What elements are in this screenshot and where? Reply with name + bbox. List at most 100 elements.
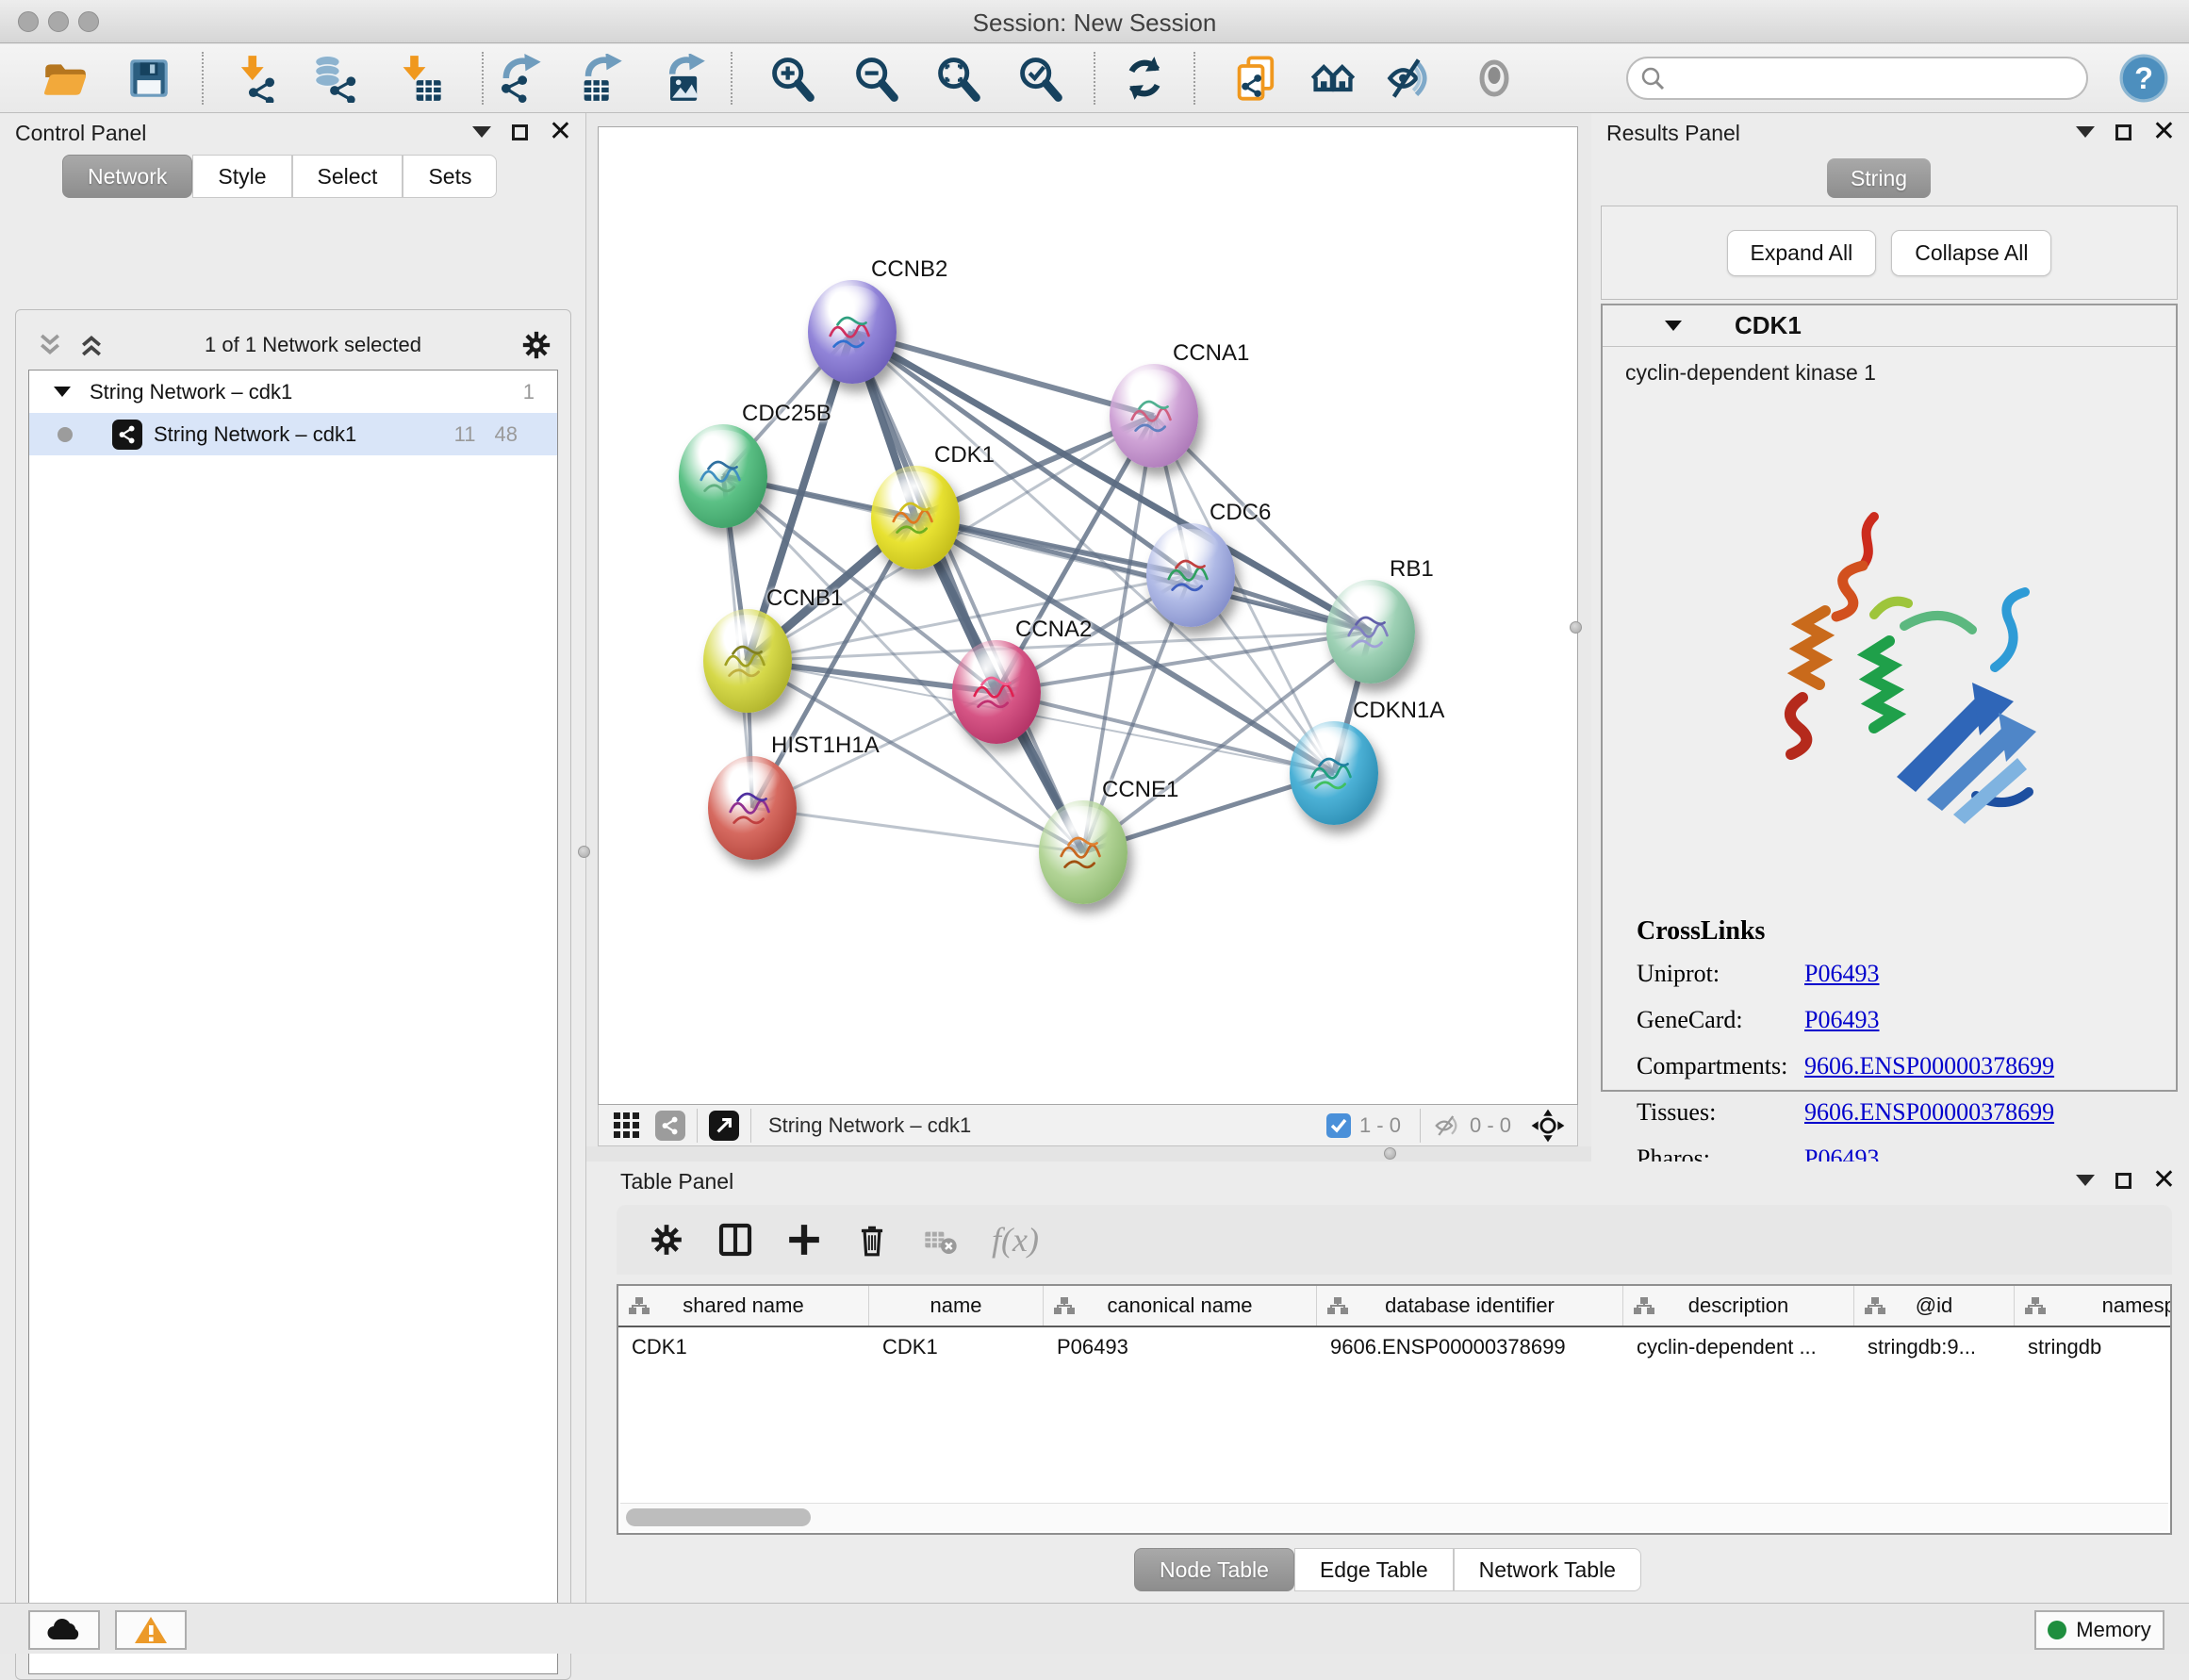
tab-string[interactable]: String [1827, 158, 1931, 198]
help-button[interactable]: ? [2116, 51, 2171, 106]
first-neighbors-button[interactable] [1306, 51, 1360, 106]
table-horizontal-scrollbar[interactable] [620, 1503, 2168, 1531]
collapse-all-button[interactable]: Collapse All [1891, 230, 2051, 276]
network-node-ccna1[interactable] [1110, 364, 1198, 468]
network-node-rb1[interactable] [1326, 580, 1415, 684]
tab-select[interactable]: Select [292, 155, 403, 198]
network-row-selected[interactable]: String Network – cdk1 11 48 [29, 413, 557, 455]
network-node-cdk1[interactable] [871, 466, 960, 569]
tab-sets[interactable]: Sets [403, 155, 497, 198]
import-network-from-database-button[interactable] [307, 51, 362, 106]
network-edge[interactable] [752, 808, 1083, 852]
export-image-button[interactable] [655, 51, 710, 106]
node-label-cdk1: CDK1 [934, 442, 995, 469]
network-node-cdc6[interactable] [1146, 523, 1235, 627]
expand-all-icon[interactable] [77, 332, 106, 358]
zoom-fit-button[interactable] [930, 51, 985, 106]
zoom-selected-button[interactable] [1012, 51, 1067, 106]
export-table-button[interactable] [573, 51, 628, 106]
table-cell[interactable]: CDK1 [618, 1327, 869, 1369]
gene-section-header[interactable]: CDK1 [1603, 305, 2176, 347]
close-panel-icon[interactable]: ✕ [2152, 1171, 2176, 1190]
import-network-from-file-button[interactable] [228, 51, 283, 106]
import-table-from-file-button[interactable] [393, 51, 448, 106]
grid-view-icon[interactable] [612, 1111, 642, 1141]
maximize-panel-icon[interactable] [2115, 124, 2131, 140]
network-collection-row[interactable]: String Network – cdk1 1 [29, 371, 557, 413]
crosslink-link[interactable]: 9606.ENSP00000378699 [1804, 1098, 2054, 1127]
table-cell[interactable]: CDK1 [869, 1327, 1044, 1369]
table-cell[interactable]: stringdb:9... [1854, 1327, 2015, 1369]
close-panel-icon[interactable]: ✕ [2152, 123, 2176, 141]
vertical-splitter-grip[interactable] [578, 846, 590, 858]
column-header-canonical-name[interactable]: canonical name [1044, 1286, 1317, 1326]
crosslink-link[interactable]: 9606.ENSP00000378699 [1804, 1052, 2054, 1080]
network-node-ccne1[interactable] [1039, 800, 1127, 904]
protein-thumbnail [1305, 746, 1363, 804]
export-network-button[interactable] [493, 51, 548, 106]
network-node-hist1h1a[interactable] [708, 756, 797, 860]
zoom-out-button[interactable] [848, 51, 903, 106]
close-panel-icon[interactable]: ✕ [549, 123, 572, 141]
vertical-splitter-grip[interactable] [1570, 621, 1582, 634]
node-table[interactable]: shared namename canonical name database … [617, 1284, 2172, 1535]
cloud-status-button[interactable] [28, 1610, 100, 1650]
network-node-cdc25b[interactable] [679, 424, 767, 528]
tab-style[interactable]: Style [192, 155, 291, 198]
column-header-description[interactable]: description [1623, 1286, 1854, 1326]
save-session-button[interactable] [122, 51, 176, 106]
birds-eye-toggle-icon[interactable] [1530, 1108, 1566, 1144]
column-header-namespace[interactable]: namespace [2015, 1286, 2172, 1326]
open-file-button[interactable] [37, 51, 91, 106]
table-cell[interactable]: 9606.ENSP00000378699 [1317, 1327, 1623, 1369]
table-row[interactable]: CDK1CDK1P064939606.ENSP00000378699cyclin… [618, 1327, 2170, 1369]
hide-selected-button[interactable] [1383, 51, 1438, 106]
table-settings-gear-icon[interactable] [649, 1222, 684, 1258]
duplicate-network-button[interactable] [1229, 51, 1284, 106]
tab-edge-table[interactable]: Edge Table [1294, 1548, 1454, 1591]
warning-status-button[interactable] [115, 1610, 187, 1650]
tree-collapse-icon[interactable] [54, 387, 71, 397]
table-cell[interactable]: stringdb [2015, 1327, 2172, 1369]
gear-icon[interactable] [520, 329, 552, 361]
float-panel-icon[interactable] [2076, 126, 2095, 138]
search-box[interactable] [1626, 57, 2088, 100]
maximize-panel-icon[interactable] [512, 124, 528, 140]
network-node-ccnb1[interactable] [703, 609, 792, 713]
table-cell[interactable]: cyclin-dependent ... [1623, 1327, 1854, 1369]
column-header-database-identifier[interactable]: database identifier [1317, 1286, 1623, 1326]
tab-network-table[interactable]: Network Table [1454, 1548, 1641, 1591]
tab-node-table[interactable]: Node Table [1134, 1548, 1294, 1591]
network-node-cdkn1a[interactable] [1290, 721, 1378, 825]
show-all-button[interactable] [1467, 51, 1522, 106]
selected-checkbox-icon[interactable] [1325, 1112, 1352, 1139]
collapse-all-icon[interactable] [36, 332, 64, 358]
add-column-icon[interactable] [786, 1222, 822, 1258]
table-cell[interactable]: P06493 [1044, 1327, 1317, 1369]
delete-column-icon[interactable] [854, 1222, 890, 1258]
scrollbar-thumb[interactable] [626, 1508, 811, 1526]
crosslink-link[interactable]: P06493 [1804, 960, 1879, 988]
tab-network[interactable]: Network [62, 155, 192, 198]
show-columns-icon[interactable] [716, 1221, 754, 1259]
network-edge[interactable] [852, 332, 1083, 852]
column-header-shared-name[interactable]: shared name [618, 1286, 869, 1326]
expand-all-button[interactable]: Expand All [1727, 230, 1877, 276]
float-panel-icon[interactable] [2076, 1175, 2095, 1186]
network-node-ccna2[interactable] [952, 640, 1041, 744]
column-header-name[interactable]: name [869, 1286, 1044, 1326]
section-collapse-icon[interactable] [1665, 321, 1682, 331]
column-header--id[interactable]: @id [1854, 1286, 2015, 1326]
float-panel-icon[interactable] [472, 126, 491, 138]
horizontal-splitter-grip[interactable] [1384, 1147, 1396, 1160]
memory-button[interactable]: Memory [2034, 1610, 2164, 1650]
network-canvas[interactable]: CCNB2 CCNA1 CDC25B CDK1 CDC6 RB1 [598, 126, 1578, 1105]
zoom-in-button[interactable] [765, 51, 819, 106]
search-input[interactable] [1666, 66, 2062, 91]
detach-view-icon[interactable] [709, 1111, 739, 1141]
network-node-ccnb2[interactable] [808, 280, 897, 384]
crosslink-link[interactable]: P06493 [1804, 1006, 1879, 1034]
maximize-panel-icon[interactable] [2115, 1173, 2131, 1189]
network-view-icon[interactable] [655, 1111, 685, 1141]
refresh-button[interactable] [1117, 51, 1172, 106]
